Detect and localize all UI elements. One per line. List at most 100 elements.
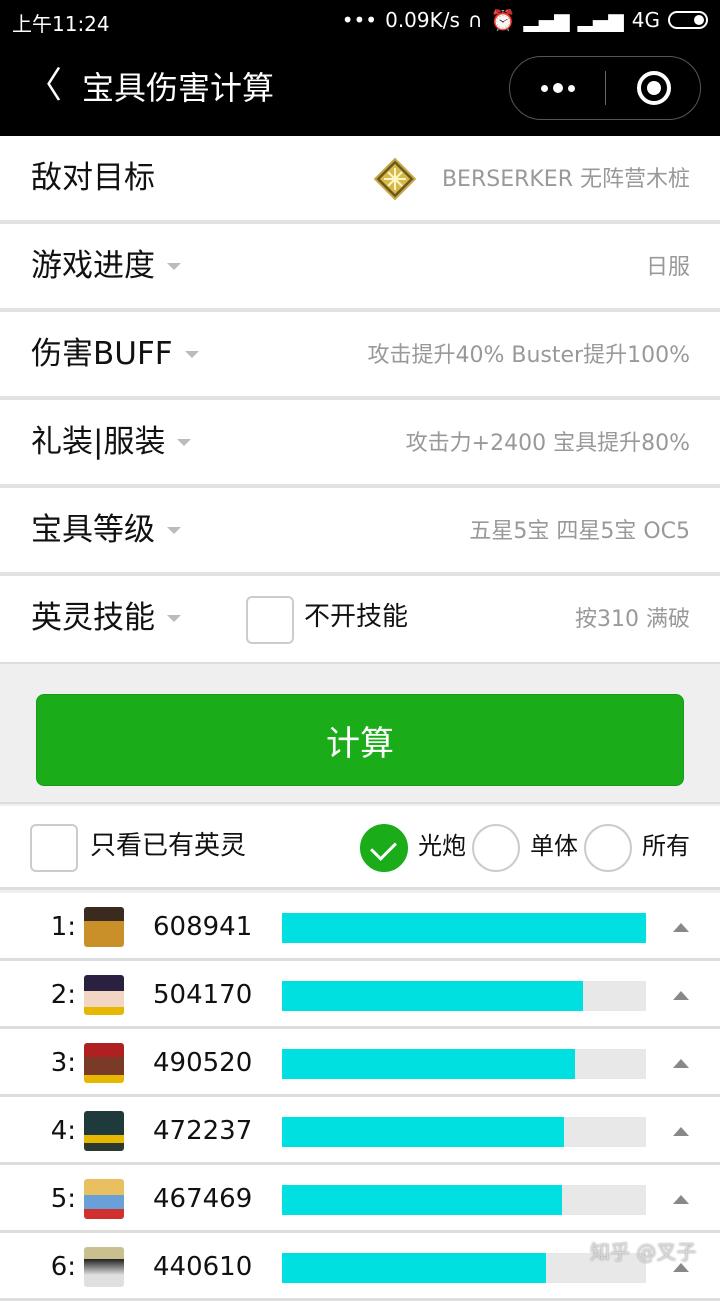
game-progress-label: 游戏进度 <box>31 248 155 284</box>
damage-bar <box>282 913 646 943</box>
close-miniprogram-icon[interactable] <box>637 71 671 105</box>
game-progress-value: 日服 <box>645 255 690 280</box>
expand-up-icon[interactable] <box>673 1195 689 1204</box>
damage-bar-fill <box>282 1049 576 1079</box>
result-row[interactable]: 4: 472237 <box>0 1097 720 1165</box>
damage-value: 504170 <box>153 980 253 1010</box>
row-label: 伤害BUFF <box>31 334 199 374</box>
result-row[interactable]: 3: 490520 <box>0 1029 720 1097</box>
servant-avatar <box>84 1247 124 1287</box>
servant-skills-label: 英灵技能 <box>31 600 155 636</box>
alarm-icon: ⏰ <box>490 8 516 32</box>
damage-bar-fill <box>282 1117 565 1147</box>
result-row[interactable]: 1: 608941 <box>0 893 720 961</box>
damage-value: 467469 <box>153 1184 253 1214</box>
radio-all[interactable] <box>584 824 632 872</box>
owned-only-checkbox[interactable] <box>30 824 78 872</box>
filter-bar: 只看已有英灵 光炮 单体 所有 <box>0 806 720 890</box>
network-type: 4G <box>631 8 660 32</box>
np-level-label: 宝具等级 <box>31 512 155 548</box>
damage-buff-label: 伤害BUFF <box>31 336 173 372</box>
damage-value: 472237 <box>153 1116 253 1146</box>
expand-up-icon[interactable] <box>673 1059 689 1068</box>
servant-avatar <box>84 1043 124 1083</box>
dropdown-caret-icon <box>177 438 192 446</box>
radio-single-target-label: 单体 <box>530 832 578 860</box>
rank-label: 2: <box>50 980 76 1010</box>
row-craft-essence[interactable]: 礼装|服装 攻击力+2400 宝具提升80% <box>0 400 720 488</box>
result-row[interactable]: 2: 504170 <box>0 961 720 1029</box>
rank-label: 5: <box>50 1184 76 1214</box>
row-game-progress[interactable]: 游戏进度 日服 <box>0 224 720 312</box>
no-skills-checkbox[interactable] <box>246 596 294 644</box>
network-speed: 0.09K/s <box>385 8 460 32</box>
np-level-value: 五星5宝 四星5宝 OC5 <box>469 519 690 544</box>
damage-bar <box>282 1049 646 1079</box>
dot-icon <box>540 84 548 92</box>
headphones-icon: ∩ <box>467 8 483 32</box>
battery-icon <box>668 11 708 29</box>
calculate-area: 计算 <box>0 664 720 804</box>
expand-up-icon[interactable] <box>673 991 689 1000</box>
craft-essence-label: 礼装|服装 <box>31 424 166 460</box>
signal-icon: ▂▄▆ <box>523 8 570 32</box>
row-label: 英灵技能 <box>31 598 181 638</box>
nav-bar: 〈 宝具伤害计算 <box>0 40 720 136</box>
radio-single-target[interactable] <box>472 824 520 872</box>
craft-essence-value: 攻击力+2400 宝具提升80% <box>405 431 690 456</box>
result-row[interactable]: 5: 467469 <box>0 1165 720 1233</box>
page-title: 宝具伤害计算 <box>82 69 275 107</box>
servant-skills-value: 按310 满破 <box>575 607 690 632</box>
dropdown-caret-icon <box>167 526 181 534</box>
hd-signal-icon: ▂▄▆ <box>577 8 624 32</box>
damage-buff-value: 攻击提升40% Buster提升100% <box>367 343 691 368</box>
rank-label: 1: <box>50 912 76 942</box>
dropdown-caret-icon <box>167 262 181 270</box>
dropdown-caret-icon <box>167 614 181 622</box>
capsule-divider <box>605 71 606 105</box>
damage-value: 490520 <box>153 1048 253 1078</box>
damage-bar <box>282 1117 646 1147</box>
rank-label: 4: <box>50 1116 76 1146</box>
radio-aoe[interactable] <box>360 824 408 872</box>
no-skills-label: 不开技能 <box>304 602 409 632</box>
berserker-class-icon <box>374 158 416 200</box>
servant-avatar <box>84 1111 124 1151</box>
row-label: 礼装|服装 <box>31 422 192 462</box>
chevron-left-icon[interactable]: 〈 <box>26 66 62 106</box>
row-np-level[interactable]: 宝具等级 五星5宝 四星5宝 OC5 <box>0 488 720 576</box>
calculate-button[interactable]: 计算 <box>36 694 684 786</box>
row-damage-buff[interactable]: 伤害BUFF 攻击提升40% Buster提升100% <box>0 312 720 400</box>
row-servant-skills[interactable]: 英灵技能 不开技能 按310 满破 <box>0 576 720 664</box>
row-label: 游戏进度 <box>31 246 181 286</box>
damage-bar-fill <box>282 1253 546 1283</box>
dot-icon <box>567 84 575 92</box>
row-label: 敌对目标 <box>31 158 155 198</box>
dot-icon <box>552 83 563 93</box>
row-label: 宝具等级 <box>31 510 181 550</box>
enemy-target-label: 敌对目标 <box>31 160 155 196</box>
more-dots-icon: ••• <box>341 8 378 32</box>
expand-up-icon[interactable] <box>673 923 689 932</box>
settings-form: 敌对目标 BERSERKER 无阵营木桩 游戏进度 日服 伤害BUFF 攻击提升… <box>0 136 720 664</box>
more-menu-button[interactable] <box>510 57 605 119</box>
miniprogram-capsule <box>509 56 701 120</box>
damage-bar-fill <box>282 1185 562 1215</box>
radio-aoe-label: 光炮 <box>418 832 466 860</box>
status-icons: ••• 0.09K/s ∩ ⏰ ▂▄▆ ▂▄▆ 4G <box>342 8 708 32</box>
servant-avatar <box>84 1179 124 1219</box>
servant-avatar <box>84 975 124 1015</box>
status-bar: 上午11:24 ••• 0.09K/s ∩ ⏰ ▂▄▆ ▂▄▆ 4G <box>0 0 720 40</box>
damage-bar-fill <box>282 913 646 943</box>
owned-only-label: 只看已有英灵 <box>90 831 247 861</box>
watermark: 知乎 @叉子 <box>590 1240 697 1264</box>
row-enemy-target[interactable]: 敌对目标 BERSERKER 无阵营木桩 <box>0 136 720 224</box>
damage-bar <box>282 1185 646 1215</box>
servant-avatar <box>84 907 124 947</box>
rank-label: 3: <box>50 1048 76 1078</box>
enemy-target-value: BERSERKER 无阵营木桩 <box>441 167 690 192</box>
damage-value: 608941 <box>153 912 253 942</box>
radio-all-label: 所有 <box>642 832 690 860</box>
damage-bar <box>282 981 646 1011</box>
expand-up-icon[interactable] <box>673 1127 689 1136</box>
